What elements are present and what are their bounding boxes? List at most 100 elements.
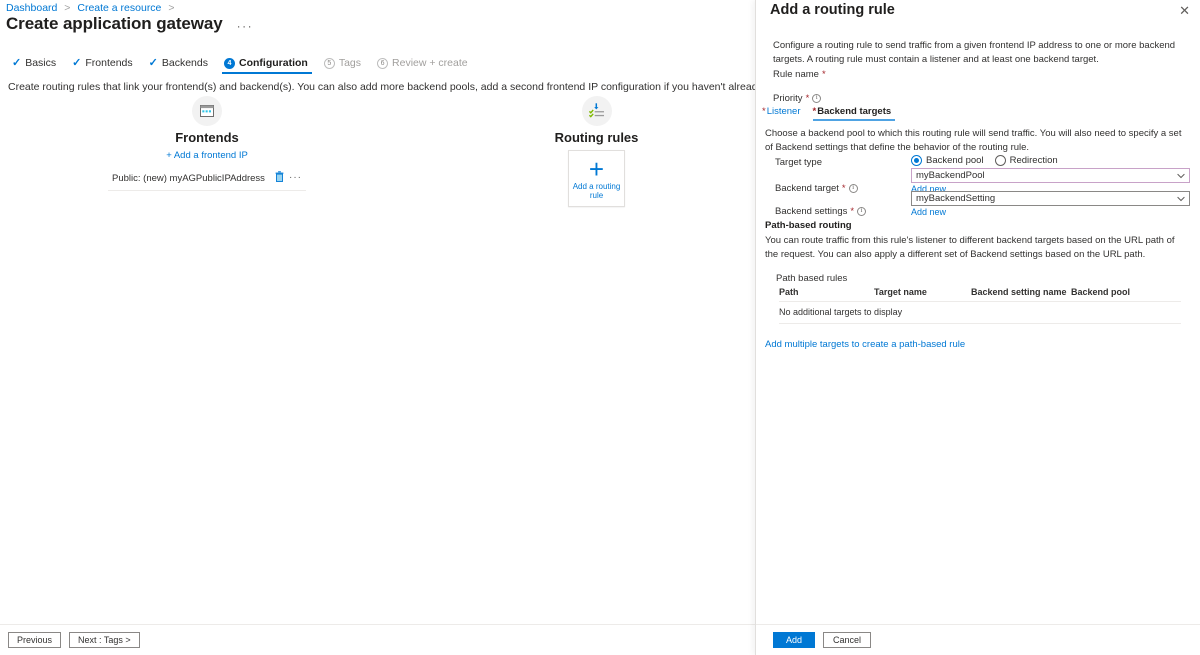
breadcrumb-item-dashboard[interactable]: Dashboard — [6, 2, 57, 14]
page-title-row: Create application gateway ··· — [6, 14, 253, 34]
frontend-list-item[interactable]: Public: (new) myAGPublicIPAddress ··· — [108, 167, 306, 191]
breadcrumb-separator: > — [64, 2, 71, 14]
column-header-backend-setting-name: Backend setting name — [971, 287, 1067, 297]
backend-settings-select[interactable]: myBackendSetting — [911, 191, 1190, 206]
backend-settings-label: Backend settings * i — [775, 206, 867, 217]
tab-frontends-label: Frontends — [85, 57, 133, 69]
info-icon[interactable]: i — [848, 184, 858, 193]
backend-settings-value: myBackendSetting — [916, 193, 996, 204]
routing-rules-column: Routing rules + Add a routing rule — [519, 96, 674, 207]
cancel-button[interactable]: Cancel — [823, 632, 871, 648]
create-application-gateway-pane: Dashboard > Create a resource > Create a… — [0, 0, 755, 655]
panel-description: Configure a routing rule to send traffic… — [773, 40, 1176, 66]
sub-tab-listener[interactable]: *Listener — [762, 106, 805, 121]
rule-name-label: Rule name * — [773, 69, 826, 80]
configuration-description: Create routing rules that link your fron… — [8, 81, 755, 93]
radio-dot-icon — [994, 155, 1006, 166]
radio-dot-icon — [911, 155, 922, 166]
add-routing-rule-tile[interactable]: + Add a routing rule — [568, 150, 625, 207]
rule-name-label-wrap: Rule name * — [773, 69, 826, 80]
required-asterisk: * — [762, 106, 766, 117]
radio-backend-pool[interactable]: Backend pool — [911, 155, 984, 166]
check-icon: ✓ — [72, 56, 82, 69]
tab-basics[interactable]: ✓ Basics — [8, 57, 68, 74]
frontends-heading: Frontends — [175, 130, 239, 145]
panel-sub-tab-bar: *Listener *Backend targets — [762, 106, 895, 121]
add-routing-rule-panel: Add a routing rule ✕ Configure a routing… — [755, 0, 1200, 655]
backend-target-label: Backend target * i — [775, 183, 858, 194]
page-more-menu-icon[interactable]: ··· — [237, 15, 254, 33]
previous-button[interactable]: Previous — [8, 632, 62, 648]
backend-settings-add-new-link[interactable]: Add new — [911, 207, 1190, 217]
chevron-down-icon — [1177, 171, 1185, 180]
column-header-backend-pool: Backend pool — [1071, 287, 1131, 297]
step-number-badge: 5 — [323, 57, 335, 69]
backend-targets-description: Choose a backend pool to which this rout… — [765, 128, 1182, 154]
radio-redirection[interactable]: Redirection — [994, 155, 1058, 166]
tab-tags-label: Tags — [338, 57, 362, 69]
add-button[interactable]: Add — [773, 632, 815, 648]
tab-frontends[interactable]: ✓ Frontends — [68, 57, 145, 74]
backend-target-select[interactable]: myBackendPool — [911, 168, 1190, 183]
rule-name-label-text: Rule name — [773, 69, 819, 80]
check-icon: ✓ — [148, 56, 158, 69]
table-header-row: Path Target name Backend setting name Ba… — [779, 287, 1181, 302]
trash-icon[interactable] — [275, 169, 284, 187]
backend-target-label-wrap: Backend target * i — [775, 183, 858, 194]
backend-settings-label-wrap: Backend settings * i — [775, 206, 867, 217]
backend-settings-label-text: Backend settings — [775, 206, 848, 217]
configuration-cards: Frontends + Add a frontend IP Public: (n… — [0, 96, 755, 216]
add-routing-rule-label-line1: Add a routing — [572, 181, 621, 191]
breadcrumb-separator-2: > — [168, 2, 175, 14]
wizard-tab-bar: ✓ Basics ✓ Frontends ✓ Backends 4 Config… — [8, 57, 480, 74]
column-header-target-name: Target name — [874, 287, 927, 297]
path-based-routing-heading: Path-based routing — [765, 220, 852, 231]
page-title: Create application gateway — [6, 14, 223, 33]
next-tags-button[interactable]: Next : Tags > — [69, 632, 140, 648]
tab-configuration[interactable]: 4 Configuration — [220, 57, 320, 74]
add-multiple-targets-link[interactable]: Add multiple targets to create a path-ba… — [765, 339, 965, 350]
add-frontend-ip-link[interactable]: + Add a frontend IP — [166, 150, 248, 161]
frontend-list-item-label: Public: (new) myAGPublicIPAddress — [112, 172, 265, 184]
check-icon: ✓ — [12, 56, 22, 69]
table-empty-message: No additional targets to display — [779, 307, 903, 317]
backend-settings-select-wrap: myBackendSetting Add new — [911, 191, 1190, 217]
radio-backend-pool-label: Backend pool — [926, 155, 984, 166]
wizard-footer: Previous Next : Tags > — [0, 624, 755, 655]
panel-title: Add a routing rule — [770, 2, 895, 18]
add-routing-rule-label: Add a routing rule — [573, 182, 621, 200]
priority-label-wrap: Priority * i — [773, 93, 822, 104]
step-number-badge: 4 — [224, 57, 235, 69]
info-icon[interactable]: i — [812, 94, 822, 103]
tab-tags[interactable]: 5 Tags — [320, 57, 373, 74]
table-empty-row: No additional targets to display — [779, 302, 1181, 324]
frontend-list-item-actions: ··· — [275, 169, 302, 187]
tab-review-create-label: Review + create — [392, 57, 468, 69]
tab-backends[interactable]: ✓ Backends — [145, 57, 220, 74]
add-routing-rule-label-line2: rule — [589, 190, 604, 200]
chevron-down-icon — [1177, 194, 1185, 203]
info-icon[interactable]: i — [857, 207, 867, 216]
required-asterisk: * — [841, 183, 846, 194]
plus-icon: + — [588, 153, 605, 184]
priority-label-text: Priority — [773, 93, 803, 104]
close-icon[interactable]: ✕ — [1179, 4, 1190, 17]
target-type-radio-group: Backend pool Redirection — [911, 155, 1058, 166]
backend-target-label-text: Backend target — [775, 183, 839, 194]
sub-tab-listener-label: Listener — [766, 106, 801, 117]
path-based-rules-table: Path Target name Backend setting name Ba… — [779, 287, 1181, 324]
ellipsis-icon[interactable]: ··· — [289, 173, 302, 183]
required-asterisk: * — [812, 106, 817, 117]
tab-backends-label: Backends — [161, 57, 208, 69]
required-asterisk: * — [805, 93, 810, 104]
sub-tab-backend-targets[interactable]: *Backend targets — [812, 106, 896, 121]
routing-rules-heading: Routing rules — [554, 130, 639, 145]
required-asterisk: * — [821, 69, 826, 80]
breadcrumb-item-create-a-resource[interactable]: Create a resource — [77, 2, 161, 14]
tab-review-create[interactable]: 6 Review + create — [373, 57, 480, 74]
tab-basics-label: Basics — [25, 57, 57, 69]
priority-label: Priority * i — [773, 93, 822, 104]
step-number-badge: 6 — [377, 57, 389, 69]
tab-configuration-label: Configuration — [239, 57, 308, 69]
path-based-rules-title: Path based rules — [776, 273, 848, 284]
